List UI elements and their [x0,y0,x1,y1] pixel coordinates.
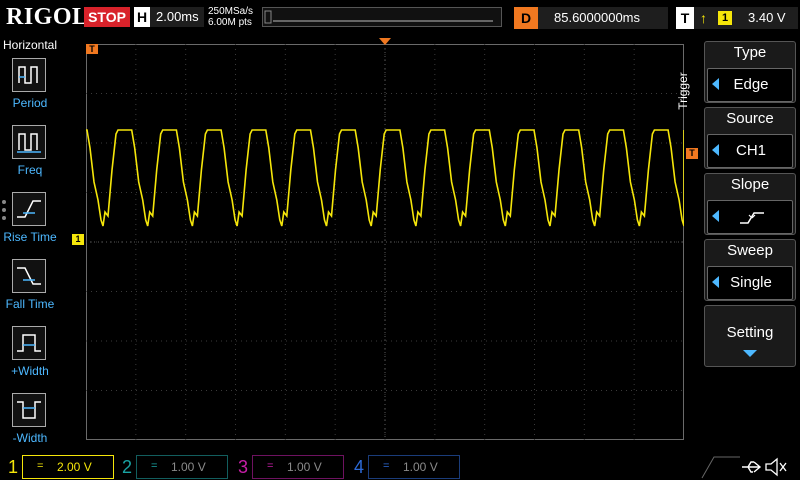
trigger-sweep-button[interactable]: Sweep Single [704,239,796,301]
menu-item-label: +Width [11,364,49,378]
positive-width-icon [12,326,46,360]
trigger-position-marker[interactable] [379,38,391,46]
delay-value: 85.6000000ms [554,10,641,25]
vertical-scale: 1.00 V [287,460,322,474]
trigger-label: T [676,7,694,29]
measure-fall-time-item[interactable]: Fall Time [0,259,60,325]
graticule [86,44,684,440]
menu-item-label: Freq [17,163,43,177]
channel-number: 4 [353,457,364,477]
softkey-value [707,200,793,234]
menu-item-label: Fall Time [5,297,55,311]
softkey-value-text: CH1 [735,142,766,159]
run-stop-button[interactable]: STOP [84,7,130,27]
menu-title: Horizontal [2,38,58,52]
acquisition-info: 250MSa/s 6.00M pts [208,6,253,28]
memory-depth: 6.00M pts [208,17,252,28]
softkey-value-text: Single [730,274,772,291]
menu-item-label: -Width [12,431,48,445]
waveform-display[interactable] [86,44,684,440]
trigger-marker-left: T [86,44,98,54]
trigger-status[interactable]: T ↑ 1 3.40 V [676,7,798,29]
vertical-scale: 1.00 V [171,460,206,474]
channel-info: = 2.00 V [22,455,114,479]
softkey-title: Slope [730,176,770,193]
rising-edge-icon: ↑ [700,10,707,26]
measure-frequency-item[interactable]: Freq [0,125,60,191]
trigger-setting-button[interactable]: Setting [704,305,796,367]
trigger-level-value: 3.40 V [748,10,786,25]
softkey-title: Setting [726,324,774,341]
channel-number: 2 [121,457,132,477]
coupling-icon: = [151,460,158,472]
channel-info: = 1.00 V [368,455,460,479]
left-arrow-icon [712,210,719,222]
chevron-down-icon [743,350,757,357]
fall-time-icon [12,259,46,293]
sample-rate: 250MSa/s [208,6,254,17]
usb-icon [742,461,762,473]
softkey-value: Edge [707,68,793,102]
softkey-value: CH1 [707,134,793,168]
horizontal-label: H [134,7,150,27]
rise-time-icon [12,192,46,226]
trigger-slope-button[interactable]: Slope [704,173,796,235]
trigger-type-button[interactable]: Type Edge [704,41,796,103]
vertical-scale: 1.00 V [403,460,438,474]
speaker-muted-icon[interactable] [764,457,788,477]
negative-width-icon [12,393,46,427]
measure-period-item[interactable]: Period [0,58,60,124]
measure-positive-width-item[interactable]: +Width [0,326,60,392]
softkey-value-text: Edge [733,76,769,93]
status-tab-frame [701,456,740,479]
trigger-menu-label: Trigger [675,72,690,110]
trigger-menu-title: Trigger [676,44,702,144]
trigger-source-button[interactable]: Source CH1 [704,107,796,169]
trigger-source-badge: 1 [718,11,732,25]
softkey-title: Source [726,110,774,127]
horizontal-delay[interactable]: D 85.6000000ms [514,7,668,29]
measure-negative-width-item[interactable]: -Width [0,393,60,459]
channel-number: 1 [7,457,18,477]
menu-item-label: Period [12,96,48,110]
delay-label: D [514,7,538,29]
vertical-scale: 2.00 V [57,460,92,474]
menu-item-label: Rise Time [3,230,57,244]
brand-logo: RIGOL [6,4,89,30]
channel1-ground-marker[interactable]: 1 [72,234,84,245]
coupling-icon: = [37,460,44,472]
softkey-title: Type [733,44,767,61]
horizontal-timebase[interactable]: H 2.00ms [134,7,204,27]
coupling-icon: = [267,460,274,472]
channel-info: = 1.00 V [136,455,228,479]
channel-info: = 1.00 V [252,455,344,479]
coupling-icon: = [383,460,390,472]
period-icon [12,58,46,92]
measure-rise-time-item[interactable]: Rise Time [0,192,60,258]
rising-slope-icon [740,212,764,224]
channel-number: 3 [237,457,248,477]
softkey-value: Single [707,266,793,300]
softkey-title: Sweep [727,242,773,259]
frequency-icon [12,125,46,159]
timebase-value: 2.00ms [156,9,199,24]
memory-overview-strip[interactable] [262,7,502,27]
trigger-level-marker[interactable]: T [686,148,698,159]
